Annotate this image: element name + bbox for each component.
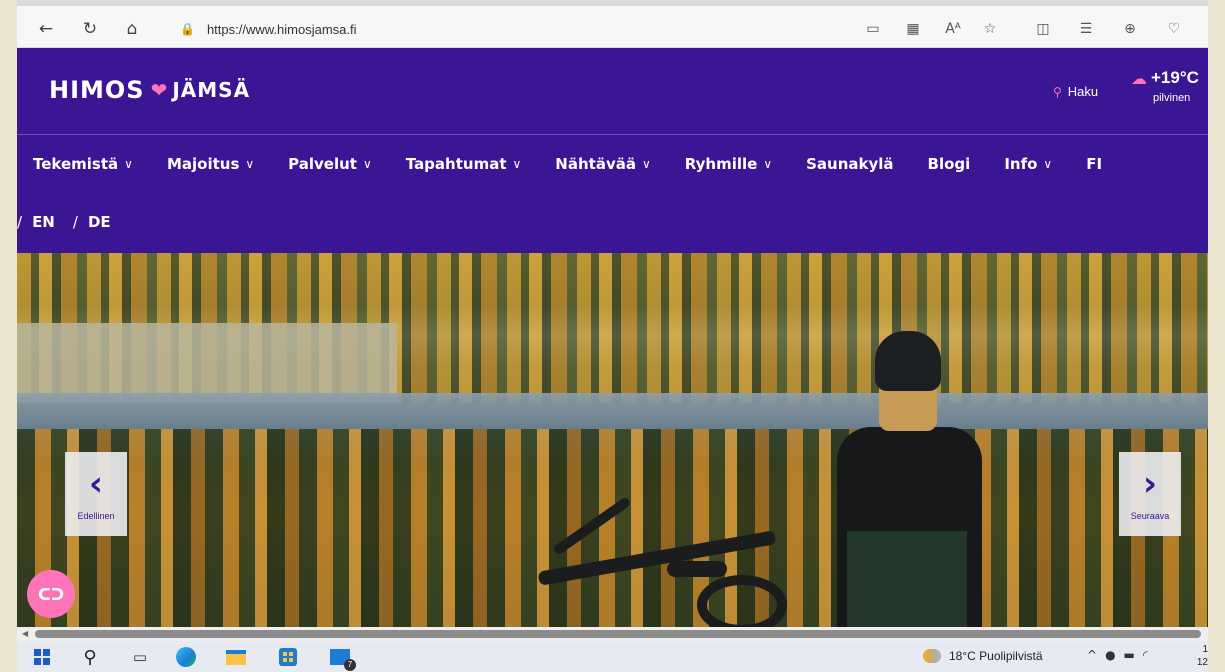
hero-image-field: [17, 323, 397, 403]
horizontal-scrollbar[interactable]: ◀: [17, 627, 1208, 641]
carousel-prev-label: Edellinen: [77, 511, 115, 521]
main-navigation: Tekemistä ∨ Majoitus ∨ Palvelut ∨ Tapahtuma…: [17, 135, 1208, 253]
url-text: https://www.himosjamsa.fi: [206, 21, 357, 37]
nav-item-tekemista[interactable]: Tekemistä ∨: [33, 155, 133, 173]
language-en[interactable]: EN: [32, 213, 55, 231]
windows-taskbar: ⚲ ▭ 7 18°C Puolipilvistä ^ ● ▬ ◜ 1 12: [17, 641, 1208, 672]
nav-item-info[interactable]: Info ∨: [1004, 155, 1052, 173]
chevron-down-icon: ∨: [641, 157, 651, 171]
carousel-next-button[interactable]: › Seuraava: [1119, 452, 1181, 536]
chevron-down-icon: ∨: [245, 157, 255, 171]
taskbar-weather[interactable]: 18°C Puolipilvistä: [923, 649, 1043, 663]
chevron-down-icon: ∨: [1043, 157, 1053, 171]
logo-text-first: HIMOS: [49, 76, 145, 104]
language-separator: /: [72, 213, 78, 231]
qr-code-icon[interactable]: ▦: [902, 18, 924, 40]
logo-text-second: JÄMSÄ: [172, 78, 251, 102]
weather-temperature: +19°C: [1151, 68, 1199, 87]
nav-label: Majoitus: [166, 155, 240, 173]
nav-label: Tekemistä: [33, 155, 119, 173]
nav-label: Blogi: [927, 155, 971, 173]
nav-label: Ryhmille: [684, 155, 758, 173]
tray-display-icon[interactable]: ▬: [1124, 648, 1135, 662]
favorite-star-icon[interactable]: ☆: [979, 18, 1001, 40]
language-fi[interactable]: FI: [1086, 155, 1102, 173]
start-button[interactable]: [31, 646, 53, 668]
chevron-left-icon: ‹: [88, 464, 103, 504]
favorites-icon[interactable]: ☰: [1075, 18, 1097, 40]
nav-label: Info: [1004, 155, 1038, 173]
site-logo[interactable]: HIMOS ❤ JÄMSÄ: [49, 76, 250, 104]
nav-label: Saunakylä: [806, 155, 894, 173]
language-de[interactable]: DE: [88, 213, 111, 231]
clock-time: 1: [1202, 644, 1208, 655]
carousel-prev-button[interactable]: ‹ Edellinen: [65, 452, 127, 536]
app-available-icon[interactable]: ▭: [862, 18, 884, 40]
chat-icon: ᑕᑐ: [37, 584, 65, 604]
chevron-down-icon: ∨: [124, 157, 133, 171]
reload-button[interactable]: ↻: [79, 18, 101, 40]
chevron-down-icon: ∨: [362, 157, 372, 171]
split-screen-icon[interactable]: ◫: [1032, 18, 1054, 40]
tray-chevron-up-icon[interactable]: ^: [1087, 648, 1097, 662]
nav-item-majoitus[interactable]: Majoitus ∨: [167, 155, 254, 173]
search-button[interactable]: ⚲ Haku: [1053, 84, 1098, 99]
address-bar[interactable]: 🔒 https://www.himosjamsa.fi: [162, 14, 852, 44]
back-button[interactable]: ←: [35, 18, 57, 40]
hero-image-person: [837, 331, 987, 627]
browser-toolbar: ← ↻ ⌂ 🔒 https://www.himosjamsa.fi ▭ ▦ Aᴬ…: [17, 0, 1208, 48]
collections-icon[interactable]: ⊕: [1119, 18, 1141, 40]
hero-carousel: ‹ Edellinen › Seuraava: [17, 253, 1208, 627]
chevron-down-icon: ∨: [763, 157, 773, 171]
nav-label: Nähtävää: [555, 155, 636, 173]
browser-essentials-icon[interactable]: ♡: [1163, 18, 1185, 40]
taskbar-clock[interactable]: 1 12: [1183, 643, 1208, 669]
nav-label: Tapahtumat: [405, 155, 507, 173]
mail-badge: 7: [344, 659, 356, 671]
site-info-icon[interactable]: 🔒: [180, 22, 195, 36]
nav-item-ryhmille[interactable]: Ryhmille ∨: [685, 155, 772, 173]
clock-date: 12: [1196, 657, 1208, 668]
weather-condition: pilvinen: [1153, 92, 1191, 104]
hero-image-bicycle: [497, 496, 817, 627]
search-icon: ⚲: [1053, 84, 1062, 99]
nav-item-tapahtumat[interactable]: Tapahtumat ∨: [406, 155, 522, 173]
mail-icon[interactable]: 7: [329, 646, 356, 671]
search-taskbar-icon[interactable]: ⚲: [79, 646, 101, 668]
partly-cloudy-icon: [923, 649, 941, 663]
nav-item-saunakyla[interactable]: Saunakylä: [806, 155, 893, 173]
nav-label: FI: [1086, 155, 1103, 173]
weather-widget: ☁ +19°C pilvinen: [1131, 68, 1208, 104]
chat-button[interactable]: ᑕᑐ: [27, 570, 75, 618]
microsoft-store-icon[interactable]: [277, 646, 299, 668]
nav-item-nahtavaa[interactable]: Nähtävää ∨: [555, 155, 650, 173]
search-label: Haku: [1067, 84, 1099, 99]
taskbar-weather-text: 18°C Puolipilvistä: [949, 649, 1043, 663]
carousel-next-label: Seuraava: [1130, 511, 1170, 521]
task-view-icon[interactable]: ▭: [129, 646, 151, 668]
edge-browser-icon[interactable]: [175, 646, 197, 668]
nav-item-palvelut[interactable]: Palvelut ∨: [288, 155, 372, 173]
tab-strip: [17, 0, 1208, 6]
windows-logo-icon: [34, 649, 50, 665]
heart-icon: ❤: [150, 78, 169, 102]
nav-item-blogi[interactable]: Blogi: [928, 155, 971, 173]
chevron-right-icon: ›: [1142, 464, 1157, 504]
chevron-down-icon: ∨: [512, 157, 522, 171]
cloud-icon: ☁: [1131, 68, 1147, 88]
system-tray: ^ ● ▬ ◜: [1087, 648, 1148, 662]
file-explorer-icon[interactable]: [225, 646, 247, 668]
home-button[interactable]: ⌂: [121, 18, 143, 40]
scroll-left-icon[interactable]: ◀: [22, 627, 28, 641]
read-aloud-icon[interactable]: Aᴬ: [942, 18, 964, 40]
tray-wifi-icon[interactable]: ◜: [1143, 648, 1148, 662]
language-separator: /: [17, 213, 23, 231]
scrollbar-thumb[interactable]: [35, 630, 1201, 638]
tray-network-alert-icon[interactable]: ●: [1105, 648, 1115, 662]
nav-label: Palvelut: [288, 155, 357, 173]
site-header: HIMOS ❤ JÄMSÄ ⚲ Haku ☁ +19°C pilvinen: [17, 48, 1208, 134]
